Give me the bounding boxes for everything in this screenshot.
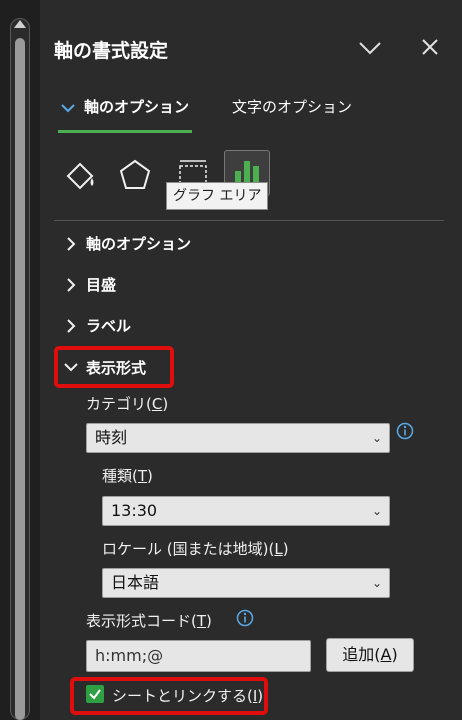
fill-line-icon[interactable] — [62, 158, 98, 194]
locale-select[interactable]: 日本語 ⌄ — [102, 568, 390, 598]
info-icon[interactable] — [396, 422, 414, 440]
icon-tooltip: グラフ エリア — [166, 182, 269, 210]
active-tab-indicator — [58, 130, 192, 133]
type-label: 種類(T) — [102, 467, 153, 485]
locale-label: ロケール (国または地域)(L) — [102, 540, 289, 558]
tab-chevron-icon — [61, 104, 75, 113]
section-ticks[interactable]: 目盛 — [86, 274, 116, 295]
dropdown-arrow-icon: ⌄ — [371, 576, 382, 590]
chevron-right-icon[interactable] — [66, 319, 76, 333]
tab-text-options[interactable]: 文字のオプション — [232, 96, 352, 117]
add-button[interactable]: 追加(A) — [326, 638, 414, 672]
dropdown-arrow-icon: ⌄ — [371, 431, 382, 445]
pane-title: 軸の書式設定 — [54, 40, 169, 62]
scroll-up-icon[interactable] — [14, 20, 26, 28]
category-label: カテゴリ(C) — [86, 395, 169, 413]
category-value: 時刻 — [95, 428, 128, 447]
chevron-right-icon[interactable] — [66, 278, 76, 292]
chevron-down-icon[interactable] — [358, 40, 382, 56]
section-number-format[interactable]: 表示形式 — [86, 357, 146, 378]
format-code-input[interactable]: h:mm;@ — [86, 640, 311, 672]
chevron-right-icon[interactable] — [66, 237, 76, 251]
locale-value: 日本語 — [111, 573, 160, 592]
chevron-down-icon[interactable] — [64, 362, 78, 372]
checkmark-icon — [89, 689, 101, 700]
pane-scrollbar-thumb[interactable] — [15, 38, 25, 720]
divider — [54, 220, 444, 221]
category-select[interactable]: 時刻 ⌄ — [86, 423, 390, 453]
section-axis-options[interactable]: 軸のオプション — [86, 233, 191, 254]
dropdown-arrow-icon: ⌄ — [371, 504, 382, 518]
type-select[interactable]: 13:30 ⌄ — [102, 496, 390, 526]
effects-pentagon-icon[interactable] — [118, 158, 152, 192]
info-icon[interactable] — [236, 609, 254, 627]
type-value: 13:30 — [111, 501, 158, 520]
section-labels[interactable]: ラベル — [86, 315, 131, 336]
link-to-sheet-label[interactable]: シートとリンクする(I) — [112, 685, 263, 706]
close-icon[interactable] — [421, 38, 439, 56]
format-code-label: 表示形式コード(T) — [86, 612, 212, 630]
link-to-sheet-checkbox[interactable] — [86, 685, 104, 703]
tab-axis-options[interactable]: 軸のオプション — [84, 96, 189, 117]
